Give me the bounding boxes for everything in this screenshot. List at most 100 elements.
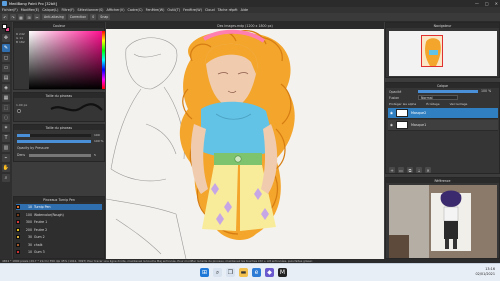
transform-icon[interactable]: ⊞	[26, 14, 32, 20]
bucket-tool-icon[interactable]: ◈	[2, 84, 10, 92]
select-tool-icon[interactable]: ⬚	[2, 104, 10, 112]
hand-tool-icon[interactable]: ✋	[2, 164, 10, 172]
undo-icon[interactable]: ↶	[2, 14, 8, 20]
lock-checkbox[interactable]: Verrouillage	[450, 102, 468, 106]
menu-view[interactable]: Afficher(V)	[106, 8, 124, 12]
fill-tool-icon[interactable]: ▤	[2, 74, 10, 82]
menu-tool[interactable]: Outil(T)	[167, 8, 180, 12]
move-tool-icon[interactable]: ✥	[2, 34, 10, 42]
brush-list-item[interactable]: 300 Feutre 1	[16, 219, 102, 225]
layer-options: Protéger les alpha Écrêtage Verrouillage	[389, 102, 467, 106]
reference-panel: Référence	[385, 177, 500, 259]
store-icon[interactable]: ◆	[265, 268, 274, 277]
menu-filter[interactable]: Filtre(F)	[62, 8, 75, 12]
trash-icon[interactable]: ✕	[425, 167, 431, 173]
color-b: B 182	[16, 40, 25, 44]
canvas-tab[interactable]: Des Images.mdp (1200 x 1800 px)	[106, 22, 384, 29]
brush-size-number: 10	[27, 205, 32, 209]
windows-start-icon[interactable]: ⊞	[200, 268, 209, 277]
clock-date[interactable]: 02/01/2021	[475, 272, 495, 277]
tool-bar: ✥ ✎ ◻ ▭ ▤ ◈ ▦ ⬚ ◌ ✶ T ▥ ⌁ ✋ ⌕	[0, 22, 12, 259]
lasso-tool-icon[interactable]: ◌	[2, 114, 10, 122]
saturation-value-picker[interactable]	[29, 31, 102, 89]
blend-select[interactable]: Normal	[418, 95, 458, 100]
layer-opacity-slider[interactable]	[418, 90, 478, 93]
brush-color-chip	[16, 205, 20, 209]
brush-size-number: 30	[27, 242, 32, 247]
brush-list-item[interactable]: 30 Gum 2	[16, 234, 102, 240]
grid-icon[interactable]: ▦	[18, 14, 24, 20]
snap-toggle[interactable]: Snap	[98, 14, 111, 20]
redo-icon[interactable]: ↷	[10, 14, 16, 20]
zoom-tool-icon[interactable]: ⌕	[2, 174, 10, 182]
menu-window-2[interactable]: Fenêtre(W)	[183, 8, 202, 12]
drawing-canvas[interactable]	[106, 29, 384, 259]
clipping-checkbox[interactable]: Écrêtage	[426, 102, 439, 106]
brush-list-item[interactable]: 30 chalk	[16, 242, 102, 248]
density-slider[interactable]	[29, 154, 91, 157]
folder-icon[interactable]: ▭	[398, 167, 404, 173]
hue-slider[interactable]	[102, 31, 105, 89]
layer-row[interactable]: ◉ Masque1	[388, 120, 498, 131]
brush-panel-title: Taille du pinceau	[14, 93, 104, 98]
brush-opacity-slider[interactable]	[17, 140, 91, 143]
system-tray: 13:16 02/01/2021	[475, 267, 495, 277]
gradient-tool-icon[interactable]: ▦	[2, 94, 10, 102]
minimize-button[interactable]: —	[475, 1, 479, 6]
text-tool-icon[interactable]: T	[2, 134, 10, 142]
correction-value[interactable]: 0	[90, 14, 97, 20]
color-panel: Couleur R 242 G 11 B 182	[13, 22, 105, 90]
navigator-thumbnail[interactable]	[389, 31, 497, 76]
layer-opacity-value: 100 %	[481, 89, 492, 93]
shape-tool-icon[interactable]: ▭	[2, 64, 10, 72]
navigator-viewport[interactable]	[421, 35, 443, 67]
medibang-taskbar-icon[interactable]: M	[278, 268, 287, 277]
eraser-tool-icon[interactable]: ◻	[2, 54, 10, 62]
search-icon[interactable]: ⌕	[213, 268, 222, 277]
brush-name: Watercolor(Rough)	[34, 212, 64, 217]
menu-edit[interactable]: Modifier(E)	[21, 8, 40, 12]
brush-tool-icon[interactable]: ✎	[2, 44, 10, 52]
menu-frame[interactable]: Cadre(C)	[128, 8, 143, 12]
brush-color-chip	[16, 235, 20, 239]
brush-list-item[interactable]: 10 Gum 3	[16, 249, 102, 255]
file-explorer-icon[interactable]: ▬	[239, 268, 248, 277]
wand-tool-icon[interactable]: ✶	[2, 124, 10, 132]
window-title: MediBang Paint Pro [32bit]	[9, 1, 57, 6]
cut-icon[interactable]: ✂	[34, 14, 40, 20]
brush-size-slider[interactable]	[17, 134, 91, 137]
brush-list-item[interactable]: 200 Feutre 2	[16, 227, 102, 233]
brush-list-item[interactable]: 100 Watercolor(Rough)	[16, 212, 102, 218]
eyedropper-tool-icon[interactable]: ⌁	[2, 154, 10, 162]
task-view-icon[interactable]: ❐	[226, 268, 235, 277]
maximize-button[interactable]: □	[485, 1, 489, 6]
menu-repeat[interactable]: Tâche répét	[218, 8, 238, 12]
pressure-label[interactable]: Opacity by Pressure	[17, 146, 49, 150]
menu-file[interactable]: Fichier(F)	[2, 8, 18, 12]
menu-layer[interactable]: Calque(L)	[42, 8, 58, 12]
merge-icon[interactable]: ⇣	[416, 167, 422, 173]
brush-color-chip	[16, 227, 20, 232]
menu-window[interactable]: Fenêtre(W)	[146, 8, 165, 12]
duplicate-icon[interactable]: ⧉	[407, 167, 413, 173]
menu-help[interactable]: Aide	[241, 8, 249, 12]
edge-browser-icon[interactable]: e	[252, 268, 261, 277]
panel-tool-icon[interactable]: ▥	[2, 144, 10, 152]
eye-icon[interactable]: ◉	[390, 111, 393, 115]
antialias-toggle[interactable]: Anti-aliasing	[42, 14, 66, 20]
reference-photo[interactable]	[389, 185, 497, 258]
color-swatch[interactable]	[2, 24, 10, 32]
brush-opacity-value: 100 %	[94, 139, 104, 143]
menu-cloud[interactable]: Cloud	[205, 8, 215, 12]
layer-row[interactable]: ◉ Masque2	[388, 108, 498, 119]
protect-alpha-checkbox[interactable]: Protéger les alpha	[389, 102, 416, 106]
brush-list-item[interactable]: 10 Turnip Pen	[16, 204, 102, 210]
close-button[interactable]: ✕	[495, 1, 498, 6]
reference-title: Référence	[386, 178, 499, 183]
eye-icon[interactable]: ◉	[390, 123, 393, 127]
add-layer-icon[interactable]: +	[389, 167, 395, 173]
brush-size-number: 100	[25, 212, 32, 217]
layer-name: Masque1	[410, 123, 427, 127]
menu-select[interactable]: Sélectionner(S)	[77, 8, 103, 12]
brush-size-number: 30	[27, 235, 32, 239]
